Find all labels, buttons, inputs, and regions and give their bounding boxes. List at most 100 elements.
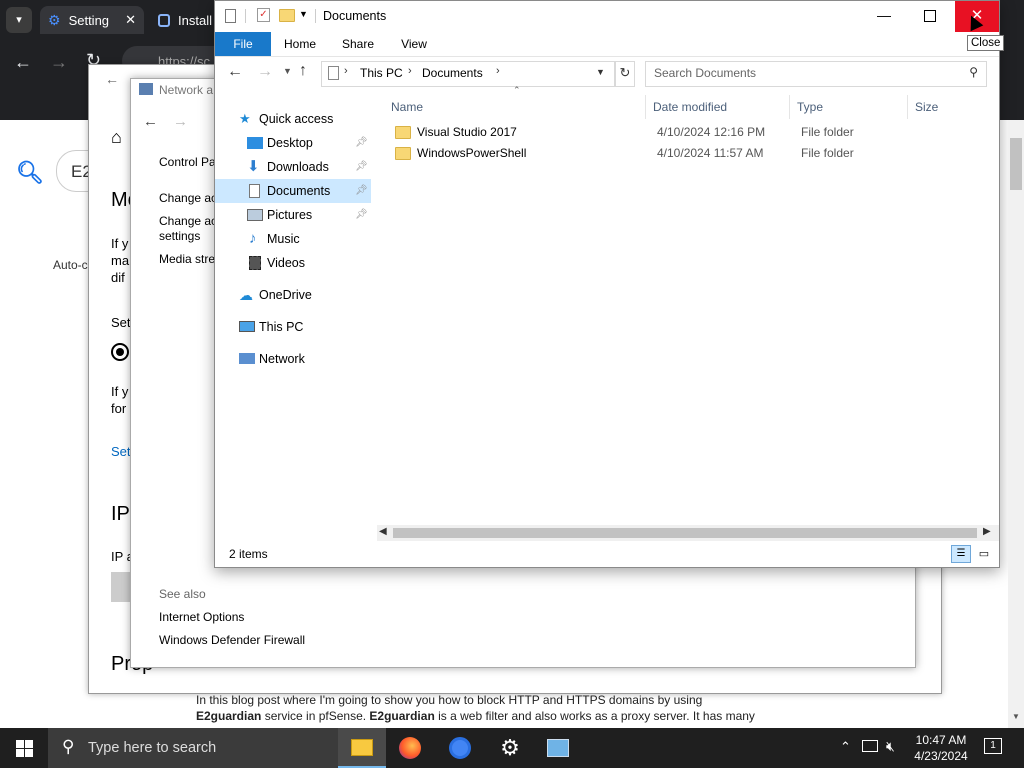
breadcrumb-this-pc[interactable]: This PC bbox=[360, 66, 403, 80]
address-bar[interactable]: › This PC › Documents › ▼ bbox=[321, 61, 615, 87]
ribbon-tabs: File Home Share View bbox=[215, 32, 999, 57]
start-button[interactable] bbox=[0, 728, 48, 768]
firefox-icon[interactable] bbox=[386, 728, 434, 768]
tab-label: Setting bbox=[68, 12, 110, 28]
nav-desktop[interactable]: Desktop 📌︎ bbox=[215, 131, 371, 155]
nav-videos[interactable]: Videos bbox=[215, 251, 371, 275]
tab-file[interactable]: File bbox=[215, 32, 271, 56]
column-type[interactable]: Type bbox=[797, 97, 823, 117]
cp-link[interactable]: settings bbox=[159, 229, 217, 244]
nav-downloads[interactable]: ⬇ Downloads 📌︎ bbox=[215, 155, 371, 179]
back-icon[interactable]: ← bbox=[227, 63, 243, 81]
column-date[interactable]: Date modified bbox=[653, 97, 727, 117]
pin-icon[interactable]: 📌︎ bbox=[355, 203, 368, 227]
tab-view[interactable]: View bbox=[395, 32, 433, 56]
forward-icon[interactable]: → bbox=[173, 113, 188, 130]
column-name[interactable]: Name bbox=[391, 97, 423, 117]
notification-icon[interactable]: 1 bbox=[984, 738, 1002, 754]
navigation-pane: ★ Quick access Desktop 📌︎ ⬇ Downloads 📌︎… bbox=[215, 91, 375, 531]
pin-icon[interactable]: 📌︎ bbox=[355, 131, 368, 155]
horizontal-scrollbar[interactable]: ◀ ▶ bbox=[377, 525, 999, 541]
volume-icon[interactable]: 🔇︎ bbox=[886, 738, 895, 755]
pin-icon[interactable]: 📌︎ bbox=[355, 179, 368, 203]
chevron-down-icon[interactable]: ▼ bbox=[596, 67, 605, 77]
table-row[interactable]: WindowsPowerShell 4/10/2024 11:57 AM Fil… bbox=[387, 143, 987, 164]
vertical-scrollbar[interactable] bbox=[987, 91, 999, 525]
tab-home[interactable]: Home bbox=[279, 32, 321, 56]
home-icon[interactable]: ⌂ bbox=[111, 127, 122, 148]
table-row[interactable]: Visual Studio 2017 4/10/2024 12:16 PM Fi… bbox=[387, 122, 987, 143]
details-view-icon[interactable]: ☰ bbox=[951, 545, 971, 563]
chrome-icon[interactable] bbox=[436, 728, 484, 768]
firewall-link[interactable]: Windows Defender Firewall bbox=[159, 633, 305, 647]
network-status-icon[interactable] bbox=[862, 740, 878, 752]
nav-pictures[interactable]: Pictures 📌︎ bbox=[215, 203, 371, 227]
settings-link[interactable]: Set bbox=[111, 444, 131, 459]
scroll-left-icon[interactable]: ◀ bbox=[379, 526, 387, 537]
status-bar: 2 items ☰ ▭ bbox=[215, 541, 999, 567]
nav-onedrive[interactable]: ☁ OneDrive bbox=[215, 283, 371, 307]
close-icon[interactable]: ✕ bbox=[125, 12, 136, 28]
nav-quick-access[interactable]: ★ Quick access bbox=[215, 107, 371, 131]
back-icon[interactable]: ← bbox=[105, 71, 119, 87]
internet-options-link[interactable]: Internet Options bbox=[159, 610, 244, 624]
file-date: 4/10/2024 11:57 AM bbox=[657, 146, 764, 160]
file-type: File folder bbox=[801, 125, 854, 139]
properties-icon[interactable] bbox=[225, 9, 236, 23]
cp-link[interactable]: Change ac bbox=[159, 214, 217, 229]
clock[interactable]: 10:47 AM 4/23/2024 bbox=[906, 732, 976, 764]
nav-this-pc[interactable]: This PC bbox=[215, 315, 371, 339]
tab-share[interactable]: Share bbox=[337, 32, 379, 56]
window-title: Documents bbox=[323, 9, 387, 23]
taskbar-search[interactable]: ⚲ Type here to search bbox=[48, 728, 344, 768]
new-folder-icon[interactable] bbox=[279, 9, 295, 22]
close-tooltip: Close bbox=[967, 35, 1005, 51]
nav-network[interactable]: Network bbox=[215, 347, 371, 371]
radio-icon[interactable] bbox=[111, 343, 129, 361]
back-icon[interactable]: ← bbox=[143, 113, 158, 130]
checkmark-icon[interactable]: ✓ bbox=[257, 8, 270, 22]
tab-search-button[interactable]: ▾ bbox=[6, 7, 32, 33]
cp-link[interactable]: Change ac bbox=[159, 191, 217, 206]
settings-para2: If y for bbox=[111, 384, 129, 416]
scroll-right-icon[interactable]: ▶ bbox=[983, 526, 991, 537]
nav-documents[interactable]: Documents 📌︎ bbox=[215, 179, 371, 203]
refresh-icon[interactable]: ↻ bbox=[615, 61, 635, 87]
forward-icon[interactable]: → bbox=[257, 63, 273, 81]
show-hidden-icons[interactable]: ⌃ bbox=[840, 739, 851, 755]
control-panel-taskbar-icon[interactable] bbox=[534, 728, 582, 768]
search-input[interactable]: Search Documents ⚲ bbox=[645, 61, 987, 87]
tab-install[interactable]: Install bbox=[152, 6, 212, 34]
pin-icon[interactable]: 📌︎ bbox=[355, 155, 368, 179]
maximize-button[interactable] bbox=[907, 1, 953, 32]
taskbar-search-placeholder: Type here to search bbox=[88, 740, 217, 756]
chevron-down-icon[interactable]: ▼ bbox=[299, 9, 308, 19]
cp-link[interactable]: Media stre bbox=[159, 252, 217, 267]
up-icon[interactable]: ↑ bbox=[299, 62, 307, 80]
settings-taskbar-icon[interactable]: ⚙ bbox=[486, 728, 534, 768]
search-icon[interactable]: 🔍︎ bbox=[16, 160, 44, 186]
tab-settings[interactable]: ⚙ Setting ✕ bbox=[40, 6, 144, 34]
windows-icon bbox=[15, 739, 33, 757]
nav-music[interactable]: ♪ Music bbox=[215, 227, 371, 251]
control-panel-links: Control Pa Change ac Change ac settings … bbox=[159, 155, 217, 267]
column-size[interactable]: Size bbox=[915, 97, 938, 117]
file-explorer-taskbar-icon[interactable] bbox=[338, 728, 386, 768]
control-panel-title: Network a bbox=[159, 83, 214, 97]
back-icon[interactable]: ← bbox=[14, 52, 32, 73]
recent-locations-icon[interactable]: ▼ bbox=[283, 66, 292, 76]
breadcrumb-sep: › bbox=[344, 65, 348, 77]
page-scrollbar[interactable]: ▼ bbox=[1008, 120, 1024, 728]
breadcrumb-documents[interactable]: Documents bbox=[422, 66, 483, 80]
videos-icon bbox=[249, 256, 261, 270]
scroll-thumb[interactable] bbox=[1010, 138, 1022, 190]
search-icon: ⚲ bbox=[969, 65, 978, 79]
minimize-button[interactable]: — bbox=[861, 1, 907, 32]
large-icons-view-icon[interactable]: ▭ bbox=[975, 545, 993, 563]
scroll-down-icon[interactable]: ▼ bbox=[1012, 712, 1020, 721]
forward-icon[interactable]: → bbox=[50, 52, 68, 73]
scroll-thumb[interactable] bbox=[393, 528, 977, 538]
article-line: In this blog post where I'm going to sho… bbox=[196, 693, 703, 707]
search-placeholder: Search Documents bbox=[654, 66, 757, 80]
cp-link[interactable]: Control Pa bbox=[159, 155, 217, 170]
